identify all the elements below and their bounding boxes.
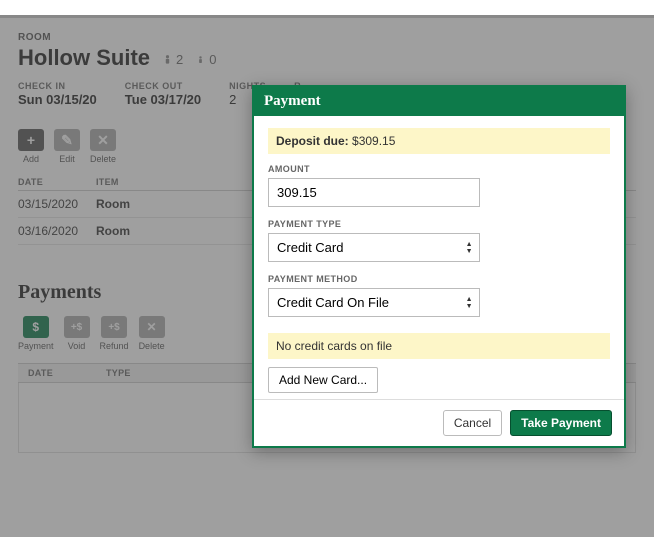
payment-modal: Payment Deposit due: $309.15 AMOUNT PAYM…: [252, 85, 626, 448]
payment-method-select[interactable]: Credit Card On File: [268, 288, 480, 317]
no-cards-banner: No credit cards on file: [268, 333, 610, 359]
payment-type-label: PAYMENT TYPE: [268, 219, 610, 229]
take-payment-button[interactable]: Take Payment: [510, 410, 612, 436]
amount-input[interactable]: [268, 178, 480, 207]
deposit-due-banner: Deposit due: $309.15: [268, 128, 610, 154]
amount-label: AMOUNT: [268, 164, 610, 174]
payment-type-select[interactable]: Credit Card: [268, 233, 480, 262]
cancel-button[interactable]: Cancel: [443, 410, 502, 436]
modal-title: Payment: [254, 87, 624, 116]
payment-method-label: PAYMENT METHOD: [268, 274, 610, 284]
add-new-card-button[interactable]: Add New Card...: [268, 367, 378, 393]
